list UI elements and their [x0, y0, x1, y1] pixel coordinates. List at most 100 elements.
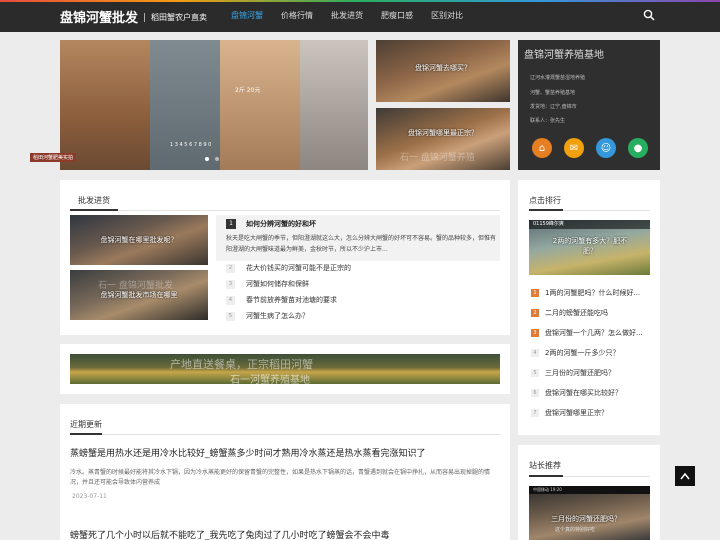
- featured-title[interactable]: 如何分辨河蟹的好和坏: [246, 219, 316, 229]
- featured-desc: 秋天是吃大闸蟹的季节，但阳澄湖就这么大，怎么分辨大闸蟹的好坏可不容易。蟹的品种较…: [226, 235, 496, 253]
- nav-item-compare[interactable]: 区别对比: [422, 0, 472, 32]
- ranking-heading: 点击排行: [529, 196, 561, 205]
- list-item[interactable]: 6 盘锦河蟹在哪买比较好？: [531, 387, 656, 401]
- rank-number: 6: [531, 389, 539, 397]
- slide-caption-tag: 稻田河蟹肥美实拍: [30, 153, 77, 162]
- tile-watermark: 石一 盘锦河蟹养殖: [400, 153, 475, 163]
- list-item-title[interactable]: 盘锦河蟹一个几两？怎么做好...: [545, 328, 643, 338]
- wholesale-thumb-market[interactable]: 盘锦河蟹批发市场在哪里 石一 盘锦河蟹批发: [70, 270, 208, 320]
- article-title[interactable]: 蒸螃蟹是用热水还是用冷水比较好_螃蟹蒸多少时间才熟用冷水蒸还是热水蒸看完涨知识了: [70, 446, 426, 459]
- heading-underline: [529, 475, 650, 477]
- base-line: 发货地：辽宁,盘锦市: [530, 104, 577, 110]
- list-item-title[interactable]: 春节前放养蟹苗对池塘的要求: [246, 295, 337, 305]
- nav-item-taste[interactable]: 肥瘦口感: [372, 0, 422, 32]
- list-item-title[interactable]: 河蟹如何储存和保鲜: [246, 279, 309, 289]
- list-item-title[interactable]: 1两的河蟹肥吗？什么时候好...: [545, 288, 640, 298]
- base-line: 辽河水灌溉蟹苗湿地养殖: [530, 75, 586, 81]
- list-item[interactable]: 2 二月的螃蟹还能吃吗: [531, 307, 656, 321]
- wechat-icon[interactable]: ●: [628, 138, 648, 158]
- thumb-caption: 三月份的河蟹还肥吗？: [551, 515, 621, 523]
- thumb-header: 01159峰尔爽: [529, 220, 650, 229]
- list-item-title[interactable]: 河蟹生病了怎么办？: [246, 311, 309, 321]
- list-item[interactable]: 7 盘锦河蟹哪里正宗？: [531, 407, 656, 421]
- heading-underline: [70, 433, 500, 435]
- thumb-subcaption: 这个真的特别好吃: [555, 527, 596, 533]
- list-item[interactable]: 2 花大价钱买的河蟹可能不是正宗的: [226, 262, 496, 276]
- search-icon[interactable]: [643, 9, 655, 21]
- list-item[interactable]: 1 1两的河蟹肥吗？什么时候好...: [531, 287, 656, 301]
- rank-number: 3: [226, 280, 235, 289]
- list-item-title[interactable]: 三月份的河蟹还肥吗？: [545, 368, 615, 378]
- base-line: 河蟹、蟹苗养殖基地: [530, 90, 576, 96]
- list-item-title[interactable]: 盘锦河蟹哪里正宗？: [545, 408, 608, 418]
- thumb-header: 中国移动 19:20: [529, 486, 650, 494]
- ranking-thumb[interactable]: 01159峰尔爽 2两的河蟹有多大？肥不肥？: [529, 220, 650, 275]
- rank-number: 4: [531, 349, 539, 357]
- rank-number: 5: [226, 312, 235, 321]
- recommend-heading: 站长推荐: [529, 461, 561, 470]
- list-item[interactable]: 3 河蟹如何储存和保鲜: [226, 278, 496, 292]
- chevron-up-icon: [680, 472, 690, 480]
- slide-photo-crab-hand: [60, 40, 150, 170]
- nav-item-price[interactable]: 价格行情: [272, 0, 322, 32]
- home-icon[interactable]: ⌂: [532, 138, 552, 158]
- feature-tile-authentic[interactable]: 盘锦河蟹哪里最正宗？ 石一 盘锦河蟹养殖: [376, 108, 510, 170]
- recent-heading: 近期更新: [70, 420, 102, 429]
- rank-number: 2: [531, 309, 539, 317]
- rank-number: 4: [226, 296, 235, 305]
- wholesale-heading: 批发进货: [78, 196, 110, 205]
- wholesale-thumb-where[interactable]: 盘锦河蟹在哪里批发呢？: [70, 215, 208, 265]
- feature-tile-where-to-buy[interactable]: 盘锦河蟹去哪买？: [376, 40, 510, 102]
- thumb-caption: 盘锦河蟹在哪里批发呢？: [100, 236, 178, 244]
- tile-caption: 盘锦河蟹哪里最正宗？: [408, 129, 478, 137]
- slider-dot[interactable]: [215, 157, 219, 161]
- list-item[interactable]: 5 河蟹生病了怎么办？: [226, 310, 496, 324]
- base-title: 盘锦河蟹养殖基地: [524, 50, 604, 61]
- tile-caption: 盘锦河蟹去哪买？: [415, 64, 471, 72]
- featured-article[interactable]: 1 如何分辨河蟹的好和坏 秋天是吃大闸蟹的季节，但阳澄湖就这么大，怎么分辨大闸蟹…: [216, 215, 500, 261]
- slide-photo-crab-basket: [150, 40, 220, 170]
- thumb-caption: 盘锦河蟹批发市场在哪里: [100, 291, 178, 299]
- list-item[interactable]: 5 三月份的河蟹还肥吗？: [531, 367, 656, 381]
- slide-ruler-text: 1 3 4 5 6 7 8 9 0: [170, 142, 212, 148]
- list-item[interactable]: 4 2两的河蟹一斤多少只？: [531, 347, 656, 361]
- mail-icon[interactable]: ✉: [564, 138, 584, 158]
- list-item-title[interactable]: 盘锦河蟹在哪买比较好？: [545, 388, 622, 398]
- list-item-title[interactable]: 二月的螃蟹还能吃吗: [545, 308, 608, 318]
- rank-number: 5: [531, 369, 539, 377]
- site-title[interactable]: 盘锦河蟹批发: [60, 11, 138, 26]
- main-nav: 盘锦河蟹 价格行情 批发进货 肥瘦口感 区别对比: [222, 0, 472, 32]
- rank-number: 2: [226, 264, 235, 273]
- list-item-title[interactable]: 花大价钱买的河蟹可能不是正宗的: [246, 263, 351, 273]
- hero-slider[interactable]: 2斤 20元 1 3 4 5 6 7 8 9 0: [60, 40, 368, 170]
- rank-number: 1: [226, 219, 236, 229]
- banner-watermark: 石一河蟹养殖基地: [230, 375, 310, 384]
- list-item-title[interactable]: 2两的河蟹一斤多少只？: [545, 348, 619, 358]
- list-item[interactable]: 4 春节前放养蟹苗对池塘的要求: [226, 294, 496, 308]
- rank-number: 3: [531, 329, 539, 337]
- article-date: 2023-07-11: [72, 493, 107, 500]
- slide-photo-crab-scale: [220, 40, 300, 170]
- slider-dot[interactable]: [205, 157, 209, 161]
- nav-item-wholesale[interactable]: 批发进货: [322, 0, 372, 32]
- contact-icons: ⌂ ✉ ☺ ●: [518, 131, 660, 167]
- slide-price-text: 2斤 20元: [235, 87, 261, 94]
- slider-dots: [205, 157, 219, 161]
- thumb-caption: 2两的河蟹有多大？肥不肥？: [552, 237, 628, 255]
- base-line: 联系人：张先生: [530, 118, 566, 124]
- article-title[interactable]: 螃蟹死了几个小时以后就不能吃了_我先吃了兔肉过了几小时吃了螃蟹会不会中毒: [70, 528, 390, 540]
- list-item[interactable]: 3 盘锦河蟹一个几两？怎么做好...: [531, 327, 656, 341]
- heading-underline: [70, 209, 500, 211]
- top-header: 盘锦河蟹批发 稻田蟹农户直卖 盘锦河蟹 价格行情 批发进货 肥瘦口感 区别对比: [0, 0, 720, 32]
- slide-photo-crab-bottle: [300, 40, 368, 170]
- back-to-top-button[interactable]: [675, 466, 695, 486]
- thumb-watermark: 石一 盘锦河蟹批发: [98, 281, 173, 291]
- rank-number: 7: [531, 409, 539, 417]
- recommend-thumb[interactable]: 中国移动 19:20 三月份的河蟹还肥吗？ 这个真的特别好吃: [529, 486, 650, 540]
- qq-icon[interactable]: ☺: [596, 138, 616, 158]
- farm-banner[interactable]: 产地直送餐桌，正宗稻田河蟹 石一河蟹养殖基地: [70, 354, 500, 384]
- site-logo[interactable]: 盘锦河蟹批发 稻田蟹农户直卖: [60, 7, 208, 26]
- nav-item-panjin-crab[interactable]: 盘锦河蟹: [222, 0, 272, 32]
- article-desc: 冷水。蒸青蟹的时候最好能将其冷水下锅，因为冷水蒸能更好的保留青蟹的完整性，如果是…: [70, 469, 491, 486]
- site-tagline: 稻田蟹农户直卖: [144, 13, 208, 22]
